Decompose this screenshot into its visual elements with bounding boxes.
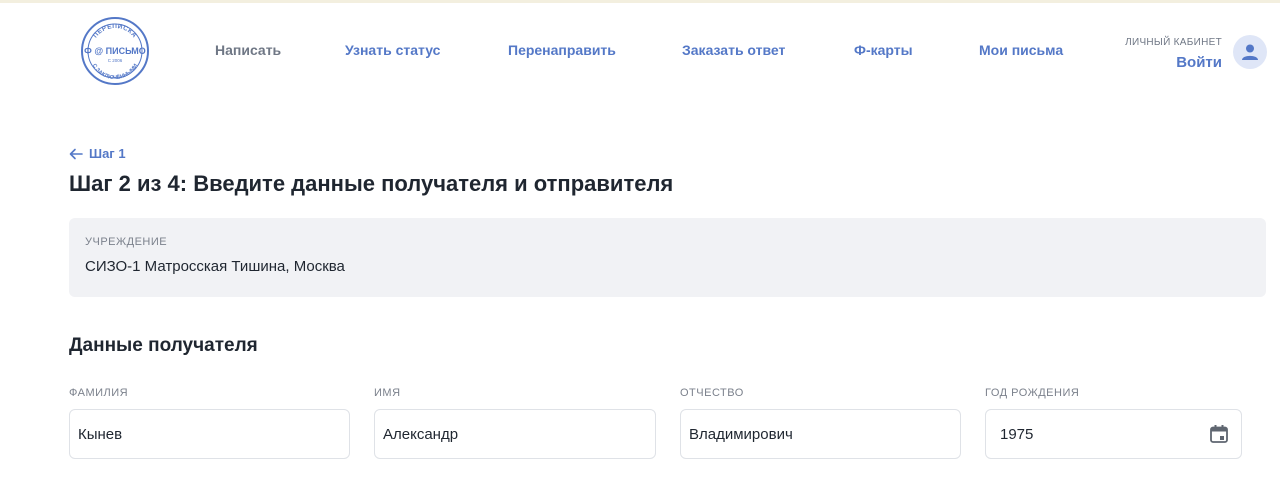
birth-year-input[interactable]: 1975 (985, 409, 1242, 459)
patronymic-label: ОТЧЕСТВО (680, 387, 744, 399)
institution-panel: УЧРЕЖДЕНИЕ СИЗО-1 Матросская Тишина, Мос… (69, 218, 1266, 297)
surname-value: Кынев (78, 425, 123, 443)
surname-input[interactable]: Кынев (69, 409, 350, 459)
birth-year-value: 1975 (1000, 425, 1034, 443)
user-icon (1242, 44, 1258, 60)
patronymic-field: ОТЧЕСТВО Владимирович (680, 387, 961, 459)
patronymic-input[interactable]: Владимирович (680, 409, 961, 459)
cabinet-label: ЛИЧНЫЙ КАБИНЕТ (1125, 37, 1222, 48)
birth-year-label: ГОД РОЖДЕНИЯ (985, 387, 1080, 399)
svg-text:ПЕРЕПИСКА: ПЕРЕПИСКА (92, 23, 138, 39)
avatar[interactable] (1233, 35, 1267, 69)
institution-label: УЧРЕЖДЕНИЕ (85, 236, 168, 248)
page-title: Шаг 2 из 4: Введите данные получателя и … (69, 171, 674, 196)
arrow-left-icon (69, 148, 83, 159)
patronymic-value: Владимирович (689, 425, 793, 443)
back-link-label: Шаг 1 (89, 146, 126, 161)
logo-text-since: С 2006 (108, 58, 123, 63)
nav-item-order-reply[interactable]: Заказать ответ (682, 42, 785, 58)
logo[interactable]: ПЕРЕПИСКА Ф @ ПИСЬМО С 2006 С ЗАКЛЮЧЁННЫ… (80, 16, 150, 86)
logo-text-main: Ф @ ПИСЬМО (84, 46, 146, 56)
login-link[interactable]: Войти (1125, 54, 1222, 71)
name-input[interactable]: Александр (374, 409, 656, 459)
name-field: ИМЯ Александр (374, 387, 656, 459)
logo-text-top: ПЕРЕПИСКА (92, 23, 138, 39)
recipient-section-title: Данные получателя (69, 335, 258, 356)
nav-item-my-letters[interactable]: Мои письма (979, 42, 1063, 58)
top-border (0, 0, 1280, 3)
back-link[interactable]: Шаг 1 (69, 146, 126, 161)
calendar-icon[interactable] (1209, 424, 1229, 444)
name-value: Александр (383, 425, 459, 443)
surname-label: ФАМИЛИЯ (69, 387, 129, 399)
logo-stamp-icon: ПЕРЕПИСКА Ф @ ПИСЬМО С 2006 С ЗАКЛЮЧЁННЫ… (81, 17, 149, 85)
nav-item-status[interactable]: Узнать статус (345, 42, 440, 58)
surname-field: ФАМИЛИЯ Кынев (69, 387, 350, 459)
nav-item-redirect[interactable]: Перенаправить (508, 42, 616, 58)
name-label: ИМЯ (374, 387, 401, 399)
personal-cabinet: ЛИЧНЫЙ КАБИНЕТ Войти (1125, 37, 1222, 71)
birth-year-field: ГОД РОЖДЕНИЯ 1975 (985, 387, 1242, 459)
nav-item-write[interactable]: Написать (215, 42, 281, 58)
nav-item-f-cards[interactable]: Ф-карты (854, 42, 913, 58)
institution-value: СИЗО-1 Матросская Тишина, Москва (85, 258, 345, 275)
